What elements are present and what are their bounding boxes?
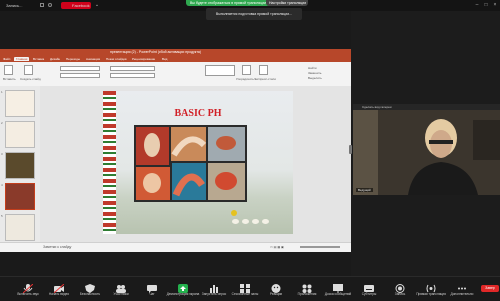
record-icon — [395, 280, 405, 293]
ppt-title: презентация (2) - PowerPoint (сбой актив… — [110, 50, 202, 54]
participant-video — [353, 110, 500, 195]
slide-number: 4 — [1, 183, 3, 187]
share-screen-icon — [178, 280, 188, 293]
slide-number: 2 — [1, 121, 3, 125]
circle-icon[interactable] — [48, 3, 52, 7]
slide-thumb-1[interactable] — [5, 90, 35, 117]
select-button[interactable]: Выделить — [308, 76, 322, 80]
poll-icon — [209, 280, 219, 293]
top-item-1[interactable]: Запись... — [6, 3, 22, 8]
collage-image — [136, 127, 245, 200]
whiteboard-icon — [333, 280, 343, 293]
participants-icon — [116, 280, 126, 293]
quick-styles-icon[interactable] — [259, 65, 268, 75]
stream-settings[interactable]: Настройки трансляции — [266, 0, 308, 6]
panel-splitter[interactable] — [349, 145, 352, 154]
shield-icon — [85, 280, 95, 293]
tab-slideshow[interactable]: Показ слайдов — [106, 57, 127, 61]
current-slide[interactable]: BASIC PH — [103, 91, 293, 234]
end-meeting-button[interactable]: Завер — [481, 285, 499, 292]
zoom-slider[interactable] — [300, 246, 340, 248]
slide-title[interactable]: BASIC PH — [103, 108, 293, 119]
view-buttons[interactable]: ▭ ▤ ▦ ▣ — [270, 245, 284, 249]
slide-thumb-3[interactable] — [5, 152, 35, 179]
tab-transitions[interactable]: Переходы — [66, 57, 80, 61]
paste-icon[interactable] — [4, 65, 13, 75]
slide-number: 1 — [1, 90, 3, 94]
live-icon — [426, 280, 436, 293]
notes-placeholder[interactable]: Заметки к слайду — [43, 245, 71, 249]
slide-thumbnails: 1 2 3 4 5 — [0, 86, 41, 242]
square-icon[interactable] — [40, 3, 44, 7]
apps-icon — [302, 280, 312, 293]
shapes-gallery[interactable] — [205, 65, 235, 76]
photo-collage[interactable] — [134, 125, 247, 202]
breakout-icon — [240, 280, 250, 293]
minimize-icon[interactable]: – — [474, 2, 480, 8]
gallery-view-label[interactable]: Сделать вид галереи — [362, 105, 392, 109]
facebook-label[interactable]: Facebook — [72, 3, 90, 8]
streaming-toast: Выполняется подготовка прямой трансляции… — [206, 8, 302, 20]
paragraph-row[interactable] — [110, 66, 155, 71]
maximize-icon[interactable]: □ — [483, 2, 489, 8]
chevron-down-icon[interactable]: ⌄ — [94, 2, 100, 8]
captions-icon — [364, 280, 374, 292]
slide-number: 5 — [1, 214, 3, 218]
slide-number: 3 — [1, 152, 3, 156]
more-icon — [457, 280, 467, 290]
slide-thumb-4[interactable] — [5, 183, 35, 210]
tab-insert[interactable]: Вставка — [33, 57, 44, 61]
chat-icon — [147, 280, 157, 293]
arrange-icon[interactable] — [242, 65, 251, 75]
participant-video-tile[interactable]: Сделать вид галереи Ведущий — [353, 104, 500, 195]
tab-home[interactable]: Главная — [14, 57, 30, 61]
quick-styles-label: Экспресс-стили — [254, 77, 276, 81]
font-select[interactable] — [60, 66, 100, 71]
close-icon[interactable]: × — [492, 2, 498, 8]
toolbar-button-15[interactable]: Дополнительно — [443, 276, 481, 300]
ribbon: Вставить Создать слайд Упорядочить Экспр… — [0, 62, 351, 87]
new-slide-icon[interactable] — [24, 65, 33, 75]
reactions-icon — [271, 280, 281, 293]
tab-design[interactable]: Дизайн — [50, 57, 60, 61]
paste-label: Вставить — [3, 77, 16, 81]
tab-review[interactable]: Рецензирование — [132, 57, 155, 61]
alignment-row[interactable] — [110, 73, 155, 78]
slide-thumb-5[interactable] — [5, 214, 35, 241]
replace-button[interactable]: Заменить — [308, 71, 321, 75]
participant-name: Ведущий — [356, 188, 373, 192]
tab-view[interactable]: Вид — [162, 57, 167, 61]
new-slide-label: Создать слайд — [20, 77, 41, 81]
microphone-icon — [22, 280, 34, 294]
notes-bar: Заметки к слайду ▭ ▤ ▦ ▣ — [0, 242, 351, 252]
find-button[interactable]: Найти — [308, 66, 317, 70]
tab-file[interactable]: Файл — [3, 57, 10, 61]
tab-animation[interactable]: Анимация — [86, 57, 100, 61]
font-format-row[interactable] — [60, 73, 100, 78]
flower-decoration — [231, 210, 237, 216]
toolbar-label: Дополнительно — [450, 292, 474, 296]
video-icon — [53, 280, 65, 294]
slide-thumb-2[interactable] — [5, 121, 35, 148]
arrange-label: Упорядочить — [236, 77, 254, 81]
